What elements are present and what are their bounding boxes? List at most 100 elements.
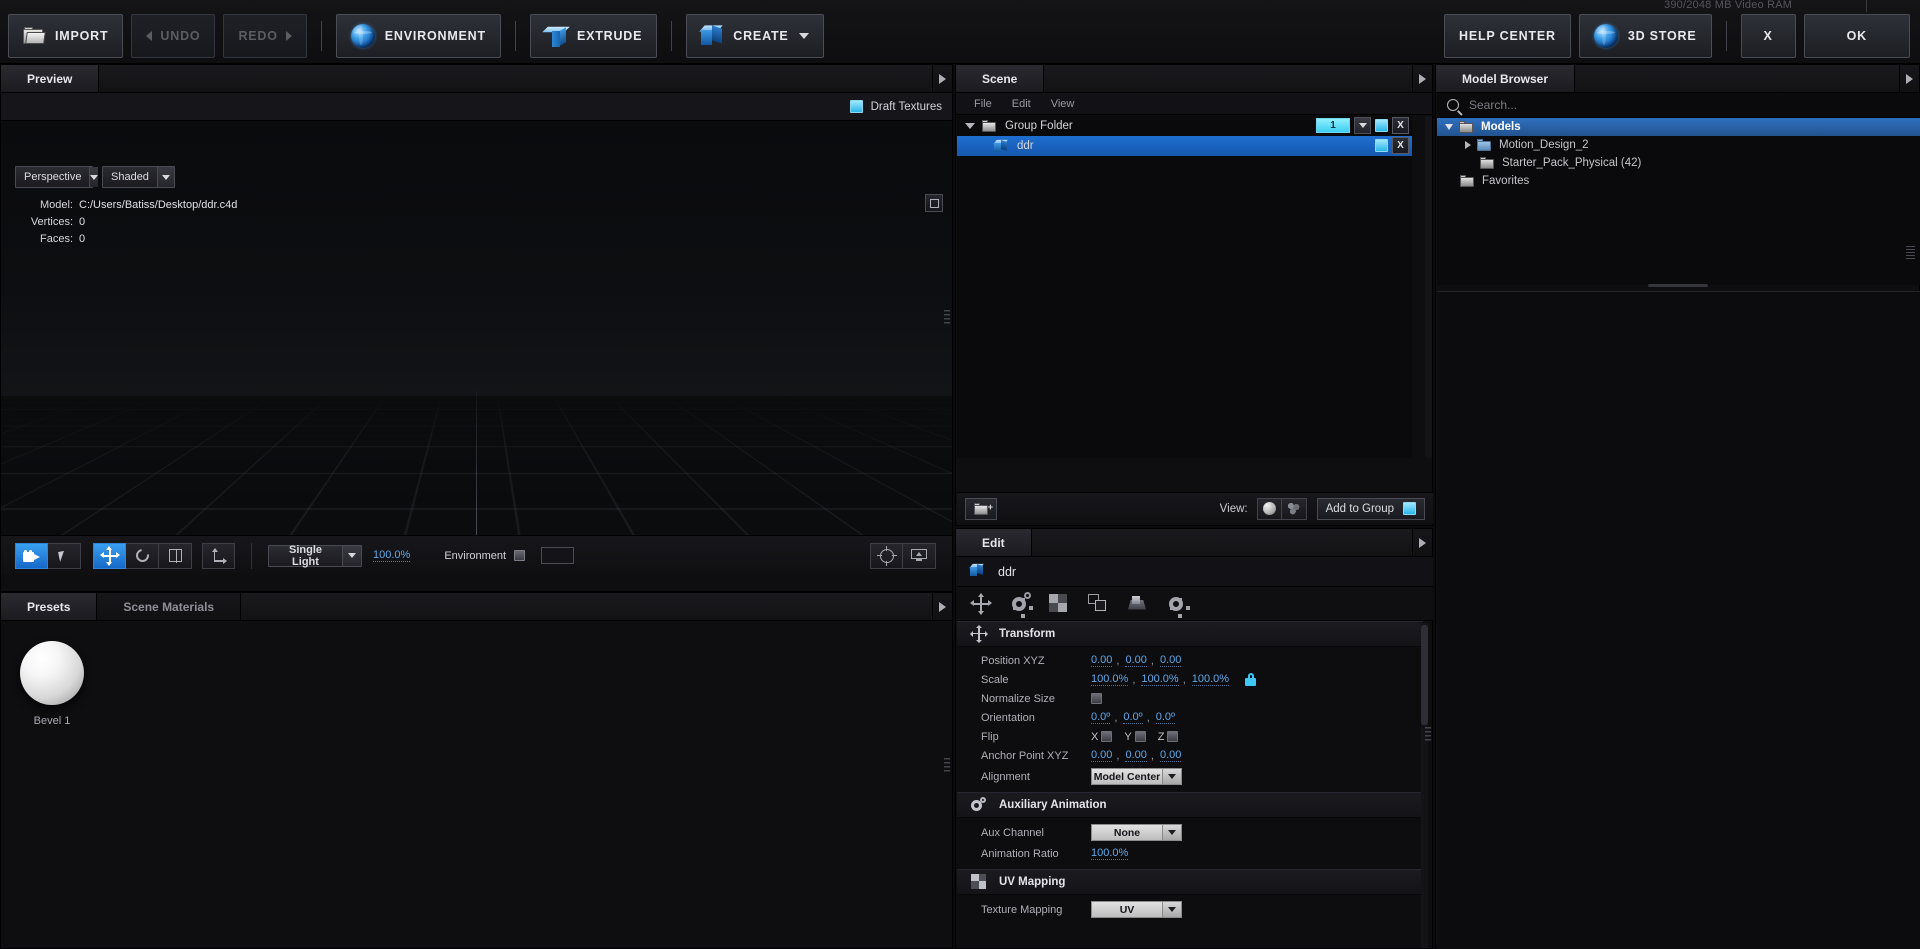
- search-input[interactable]: [1469, 98, 1889, 112]
- tab-presets[interactable]: Presets: [1, 593, 98, 620]
- orientation-z-value[interactable]: 0.0º: [1155, 711, 1176, 724]
- view-shaded-button[interactable]: [1256, 497, 1282, 520]
- environment-checkbox[interactable]: [514, 550, 526, 561]
- select-tool-button[interactable]: [48, 542, 81, 569]
- store-button[interactable]: 3D STORE: [1578, 13, 1712, 58]
- material-item[interactable]: Bevel 1: [17, 641, 87, 727]
- browser-splitter[interactable]: [1648, 284, 1708, 287]
- flip-x-checkbox[interactable]: [1101, 731, 1113, 742]
- environment-button[interactable]: ENVIRONMENT: [335, 13, 501, 58]
- presets-expand-button[interactable]: [932, 593, 952, 620]
- uv-checker-icon[interactable]: [1049, 593, 1069, 614]
- preview-expand-button[interactable]: [932, 65, 952, 92]
- position-x-value[interactable]: 0.00: [1091, 654, 1113, 667]
- add-to-group-checkbox[interactable]: [1403, 502, 1416, 515]
- menu-file[interactable]: File: [964, 98, 1002, 110]
- aux-channel-dropdown-value[interactable]: None: [1091, 824, 1163, 841]
- tree-scroll-grip[interactable]: [1906, 246, 1915, 260]
- position-z-value[interactable]: 0.00: [1159, 654, 1182, 667]
- properties-scrollbar-thumb[interactable]: [1421, 625, 1428, 725]
- tab-scene-materials[interactable]: Scene Materials: [97, 593, 242, 620]
- redo-button[interactable]: REDO: [223, 13, 307, 58]
- animation-gears-icon[interactable]: [1010, 591, 1033, 618]
- move-tool-button[interactable]: [93, 542, 126, 569]
- scale-z-value[interactable]: 100.0%: [1191, 673, 1230, 686]
- preview-resize-grip[interactable]: [944, 310, 950, 326]
- anchor-y-value[interactable]: 0.00: [1125, 749, 1147, 762]
- light-preset-dropdown[interactable]: Single Light: [268, 544, 362, 568]
- layers-icon[interactable]: [1088, 593, 1108, 614]
- scale-tool-button[interactable]: [159, 542, 192, 569]
- orientation-x-value[interactable]: 0.0º: [1091, 711, 1111, 724]
- section-auxiliary-animation-header[interactable]: Auxiliary Animation: [957, 792, 1423, 818]
- property-list[interactable]: Transform Position XYZ 0.00, 0.00, 0.00 …: [957, 621, 1423, 948]
- browser-expand-button[interactable]: [1899, 65, 1919, 92]
- chevron-down-icon-shading[interactable]: [156, 167, 174, 187]
- presets-resize-grip[interactable]: [944, 758, 950, 774]
- camera-mode-dropdown[interactable]: Perspective: [15, 166, 99, 188]
- render-stage-icon[interactable]: [1127, 594, 1147, 614]
- help-center-button[interactable]: HELP CENTER: [1444, 13, 1571, 58]
- fullscreen-view-button[interactable]: [903, 542, 936, 569]
- scale-x-value[interactable]: 100.0%: [1091, 673, 1129, 686]
- model-visibility-checkbox[interactable]: [1375, 139, 1388, 152]
- orientation-y-value[interactable]: 0.0º: [1123, 711, 1143, 724]
- alignment-dropdown-value[interactable]: Model Center: [1091, 768, 1163, 785]
- model-tree[interactable]: Models Motion_Design_2 Starter_Pack_Phys…: [1437, 118, 1920, 285]
- scene-row-ddr[interactable]: ddr X: [957, 136, 1412, 156]
- anchor-z-value[interactable]: 0.00: [1159, 749, 1182, 762]
- menu-view[interactable]: View: [1041, 98, 1085, 110]
- normalize-size-checkbox[interactable]: [1091, 693, 1102, 704]
- texture-mapping-dropdown-value[interactable]: UV: [1091, 901, 1163, 918]
- tree-item-favorites[interactable]: Favorites: [1437, 172, 1920, 190]
- chevron-down-icon-alignment[interactable]: [1163, 768, 1182, 785]
- tab-scene[interactable]: Scene: [956, 65, 1045, 92]
- shading-mode-dropdown[interactable]: Shaded: [102, 166, 175, 188]
- edit-resize-grip[interactable]: [1425, 727, 1431, 743]
- chevron-down-icon-models[interactable]: [1445, 124, 1453, 130]
- close-button[interactable]: X: [1740, 13, 1796, 58]
- tab-edit[interactable]: Edit: [956, 529, 1032, 556]
- import-button[interactable]: IMPORT: [8, 13, 124, 58]
- axis-tool-button[interactable]: [202, 542, 235, 569]
- edit-expand-button[interactable]: [1412, 529, 1432, 556]
- extrude-button[interactable]: EXTRUDE: [529, 13, 658, 58]
- anchor-x-value[interactable]: 0.00: [1091, 749, 1113, 762]
- chevron-down-icon-light[interactable]: [342, 545, 361, 566]
- tree-item-motion-design-2[interactable]: Motion_Design_2: [1437, 136, 1920, 154]
- center-view-button[interactable]: [870, 542, 903, 569]
- environment-color-swatch[interactable]: [541, 547, 575, 564]
- scene-scrollbar-track[interactable]: [1425, 116, 1432, 458]
- menu-edit[interactable]: Edit: [1002, 98, 1041, 110]
- group-count-field[interactable]: 1: [1316, 118, 1350, 133]
- view-wireframe-button[interactable]: [1281, 497, 1307, 520]
- tree-item-models[interactable]: Models: [1437, 118, 1920, 136]
- undo-button[interactable]: UNDO: [131, 13, 216, 58]
- create-button[interactable]: CREATE: [686, 13, 824, 58]
- scene-tree[interactable]: Group Folder 1 X ddr X: [957, 116, 1432, 458]
- chevron-right-icon-motion[interactable]: [1465, 141, 1471, 149]
- tab-preview[interactable]: Preview: [1, 65, 100, 92]
- maximize-viewport-button[interactable]: [925, 194, 943, 212]
- chevron-down-icon-texture[interactable]: [1163, 901, 1182, 918]
- section-uv-mapping-header[interactable]: UV Mapping: [957, 869, 1423, 895]
- ok-button[interactable]: OK: [1803, 13, 1910, 58]
- 3d-viewport[interactable]: Perspective Shaded Model: C:/Users/Batis…: [1, 121, 952, 535]
- browser-content-area[interactable]: [1437, 291, 1920, 949]
- add-to-group-button[interactable]: Add to Group: [1316, 497, 1425, 520]
- draft-textures-checkbox[interactable]: [849, 100, 863, 113]
- camera-tool-button[interactable]: [15, 542, 48, 569]
- new-folder-button[interactable]: +: [965, 497, 997, 520]
- group-visibility-checkbox[interactable]: [1375, 119, 1388, 132]
- scale-y-value[interactable]: 100.0%: [1141, 673, 1179, 686]
- tree-item-starter-pack-physical[interactable]: Starter_Pack_Physical (42): [1437, 154, 1920, 172]
- chevron-down-icon-camera[interactable]: [89, 167, 99, 187]
- light-intensity-value[interactable]: 100.0%: [373, 549, 411, 562]
- flip-z-checkbox[interactable]: [1167, 731, 1179, 742]
- chevron-down-icon-count[interactable]: [1354, 117, 1371, 134]
- tab-model-browser[interactable]: Model Browser: [1436, 65, 1576, 92]
- scene-row-group-folder[interactable]: Group Folder 1 X: [957, 116, 1412, 136]
- scene-expand-button[interactable]: [1412, 65, 1432, 92]
- position-y-value[interactable]: 0.00: [1125, 654, 1147, 667]
- flip-y-checkbox[interactable]: [1134, 731, 1146, 742]
